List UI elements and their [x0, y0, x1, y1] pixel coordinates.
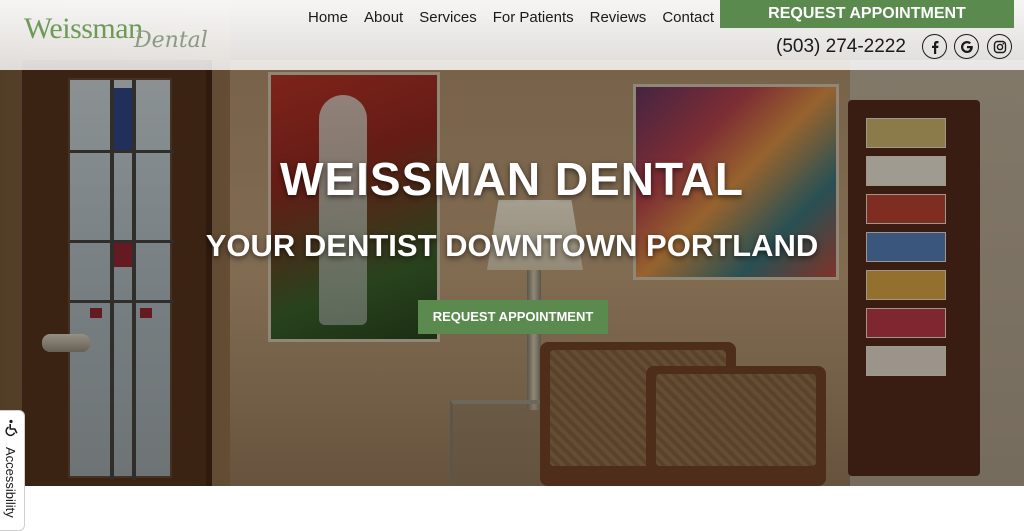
- accessibility-tab[interactable]: Accessibility: [0, 410, 25, 531]
- nav-about[interactable]: About: [356, 9, 411, 29]
- nav-reviews[interactable]: Reviews: [582, 9, 655, 29]
- hero-title: WEISSMAN DENTAL: [280, 153, 744, 205]
- wheelchair-icon: [3, 419, 21, 437]
- logo-wordmark-main: Weissman: [24, 12, 143, 45]
- request-appointment-hero-button[interactable]: REQUEST APPOINTMENT: [418, 300, 608, 334]
- google-icon[interactable]: [954, 34, 979, 59]
- site-header: Weissman Dental Home About Services For …: [0, 0, 1024, 70]
- accessibility-label: Accessibility: [3, 447, 18, 518]
- nav-for-patients[interactable]: For Patients: [485, 9, 582, 29]
- nav-services[interactable]: Services: [411, 9, 485, 29]
- facebook-icon[interactable]: [922, 34, 947, 59]
- hero-subtitle: YOUR DENTIST DOWNTOWN PORTLAND: [205, 228, 819, 263]
- request-appointment-header-button[interactable]: REQUEST APPOINTMENT: [720, 0, 1014, 28]
- instagram-icon[interactable]: [987, 34, 1012, 59]
- weissman-dental-logo[interactable]: Weissman Dental: [24, 12, 224, 53]
- logo-wordmark-sub: Dental: [134, 28, 208, 53]
- phone-number-link[interactable]: (503) 274-2222: [776, 36, 906, 58]
- main-nav: Home About Services For Patients Reviews…: [300, 9, 722, 29]
- nav-contact[interactable]: Contact: [654, 9, 722, 29]
- nav-home[interactable]: Home: [300, 9, 356, 29]
